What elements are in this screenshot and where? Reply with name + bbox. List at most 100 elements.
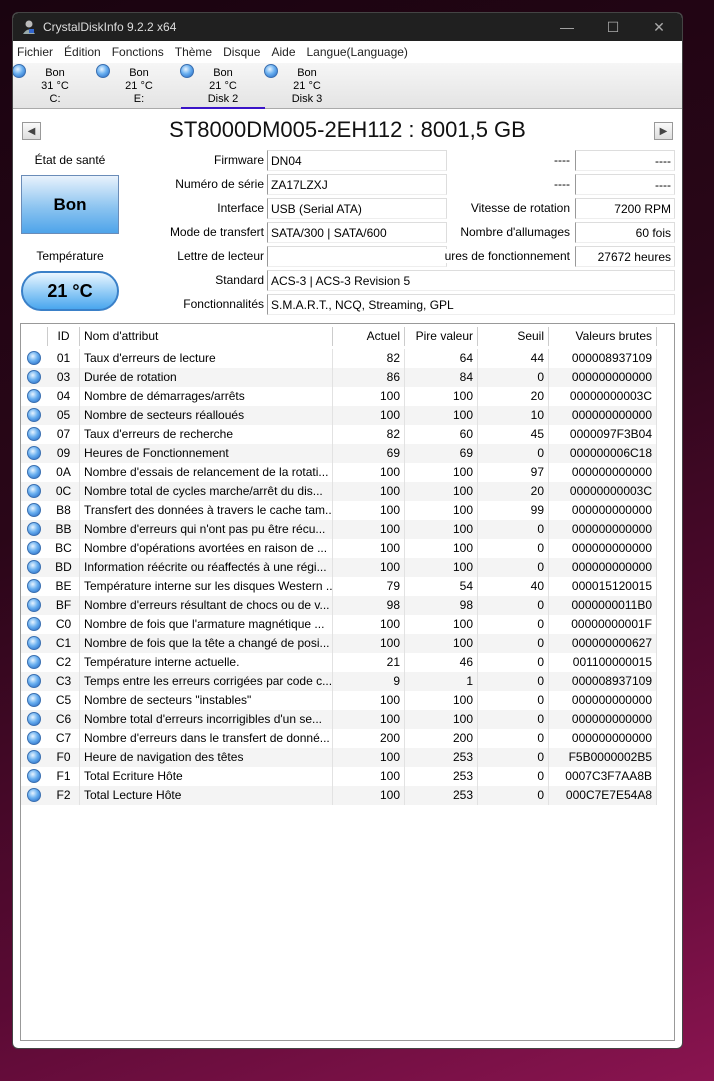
col-name-cell: Transfert des données à travers le cache… bbox=[80, 501, 333, 520]
col-threshold-header[interactable]: Seuil bbox=[478, 327, 549, 346]
col-threshold-cell: 0 bbox=[478, 653, 549, 672]
status-orb-icon bbox=[27, 503, 41, 517]
table-row[interactable]: C2 Température interne actuelle. 21 46 0 0011… bbox=[21, 653, 657, 672]
col-threshold-cell: 0 bbox=[478, 615, 549, 634]
transfer-label: Mode de transfert bbox=[169, 225, 264, 239]
col-worst-header[interactable]: Pire valeur bbox=[405, 327, 478, 346]
col-threshold-cell: 0 bbox=[478, 672, 549, 691]
col-raw-cell: 000000000000 bbox=[549, 368, 657, 387]
col-worst-cell: 100 bbox=[405, 615, 478, 634]
col-name-header[interactable]: Nom d'attribut bbox=[80, 327, 333, 346]
col-current-cell: 86 bbox=[333, 368, 405, 387]
table-row[interactable]: F0 Heure de navigation des têtes 100 253 0 F5… bbox=[21, 748, 657, 767]
col-name-cell: Nombre de secteurs "instables" bbox=[80, 691, 333, 710]
disk-tab-e[interactable]: Bon 21 °C E: bbox=[96, 63, 181, 109]
col-name-cell: Nombre d'erreurs résultant de chocs ou d… bbox=[80, 596, 333, 615]
col-threshold-cell: 0 bbox=[478, 634, 549, 653]
table-row[interactable]: BC Nombre d'opérations avortées en raison… bbox=[21, 539, 657, 558]
table-row[interactable]: 0A Nombre d'essais de relancement de la r… bbox=[21, 463, 657, 482]
col-id-cell: F1 bbox=[48, 767, 80, 786]
health-status-button[interactable]: Bon bbox=[21, 175, 119, 234]
table-row[interactable]: C3 Temps entre les erreurs corrigées par … bbox=[21, 672, 657, 691]
col-id-header[interactable]: ID bbox=[48, 327, 80, 346]
disk-tab-disk2[interactable]: Bon 21 °C Disk 2 bbox=[180, 63, 265, 109]
col-worst-cell: 200 bbox=[405, 729, 478, 748]
table-row[interactable]: 09 Heures de Fonctionnement 69 69 0 000000006… bbox=[21, 444, 657, 463]
disk-temp: 21 °C bbox=[293, 80, 321, 92]
table-row[interactable]: B8 Transfert des données à travers le cac… bbox=[21, 501, 657, 520]
disk-name: Disk 3 bbox=[291, 93, 323, 105]
menu-langue[interactable]: Langue(Language) bbox=[307, 45, 408, 59]
table-row[interactable]: 07 Taux d'erreurs de recherche 82 60 45 00000… bbox=[21, 425, 657, 444]
col-worst-cell: 98 bbox=[405, 596, 478, 615]
table-row[interactable]: BF Nombre d'erreurs résultant de chocs ou… bbox=[21, 596, 657, 615]
status-orb-icon bbox=[27, 769, 41, 783]
minimize-button[interactable]: — bbox=[544, 13, 590, 41]
status-orb-icon bbox=[27, 655, 41, 669]
disk-tab-disk3[interactable]: Bon 21 °C Disk 3 bbox=[264, 63, 349, 109]
status-orb-icon bbox=[27, 427, 41, 441]
firmware-field: DN04 bbox=[267, 150, 447, 171]
col-worst-cell: 253 bbox=[405, 786, 478, 805]
col-current-cell: 82 bbox=[333, 425, 405, 444]
col-id-cell: C1 bbox=[48, 634, 80, 653]
status-orb-icon bbox=[27, 484, 41, 498]
table-row[interactable]: 05 Nombre de secteurs réalloués 100 100 10 00… bbox=[21, 406, 657, 425]
col-id-cell: BD bbox=[48, 558, 80, 577]
table-row[interactable]: C1 Nombre de fois que la tête a changé de… bbox=[21, 634, 657, 653]
temperature-value[interactable]: 21 °C bbox=[21, 271, 119, 311]
col-id-cell: C6 bbox=[48, 710, 80, 729]
col-name-cell: Nombre d'opérations avortées en raison d… bbox=[80, 539, 333, 558]
col-raw-cell: 0000097F3B04 bbox=[549, 425, 657, 444]
serial-field: ZA17LZXJ bbox=[267, 174, 447, 195]
col-id-cell: F2 bbox=[48, 786, 80, 805]
table-row[interactable]: BB Nombre d'erreurs qui n'ont pas pu être… bbox=[21, 520, 657, 539]
table-row[interactable]: 04 Nombre de démarrages/arrêts 100 100 20 000… bbox=[21, 387, 657, 406]
col-id-cell: 04 bbox=[48, 387, 80, 406]
disk-tab-c[interactable]: Bon 31 °C C: bbox=[13, 63, 97, 109]
col-worst-cell: 46 bbox=[405, 653, 478, 672]
close-button[interactable]: ✕ bbox=[636, 13, 682, 41]
table-row[interactable]: 03 Durée de rotation 86 84 0 000000000000 bbox=[21, 368, 657, 387]
menu-disque[interactable]: Disque bbox=[223, 45, 260, 59]
col-name-cell: Taux d'erreurs de lecture bbox=[80, 349, 333, 368]
maximize-button[interactable]: ☐ bbox=[590, 13, 636, 41]
col-worst-cell: 100 bbox=[405, 520, 478, 539]
col-current-cell: 100 bbox=[333, 406, 405, 425]
col-current-cell: 79 bbox=[333, 577, 405, 596]
col-icon-header bbox=[21, 327, 48, 346]
col-name-cell: Nombre de fois que l'armature magnétique… bbox=[80, 615, 333, 634]
col-worst-cell: 100 bbox=[405, 482, 478, 501]
col-raw-cell: 00000000001F bbox=[549, 615, 657, 634]
status-orb-icon bbox=[27, 674, 41, 688]
table-row[interactable]: BE Température interne sur les disques We… bbox=[21, 577, 657, 596]
extra1-field: ---- bbox=[575, 150, 675, 171]
table-row[interactable]: 01 Taux d'erreurs de lecture 82 64 44 0000089… bbox=[21, 349, 657, 368]
status-orb-icon bbox=[264, 64, 278, 78]
table-row[interactable]: BD Information réécrite ou réaffectés à u… bbox=[21, 558, 657, 577]
table-row[interactable]: F2 Total Lecture Hôte 100 253 0 000C7E7E54A8 bbox=[21, 786, 657, 805]
table-row[interactable]: C7 Nombre d'erreurs dans le transfert de … bbox=[21, 729, 657, 748]
table-row[interactable]: F1 Total Ecriture Hôte 100 253 0 0007C3F7AA8B bbox=[21, 767, 657, 786]
menu-fichier[interactable]: Fichier bbox=[17, 45, 53, 59]
menu-theme[interactable]: Thème bbox=[175, 45, 212, 59]
next-disk-button[interactable]: ▶ bbox=[654, 122, 673, 140]
col-id-cell: BF bbox=[48, 596, 80, 615]
table-row[interactable]: C5 Nombre de secteurs "instables" 100 100 0 0… bbox=[21, 691, 657, 710]
menu-aide[interactable]: Aide bbox=[271, 45, 295, 59]
smart-table[interactable]: ID Nom d'attribut Actuel Pire valeur Seu… bbox=[20, 323, 675, 1041]
col-threshold-cell: 10 bbox=[478, 406, 549, 425]
col-current-header[interactable]: Actuel bbox=[333, 327, 405, 346]
features-label: Fonctionnalités bbox=[183, 297, 264, 311]
menu-edition[interactable]: Édition bbox=[64, 45, 101, 59]
table-row[interactable]: 0C Nombre total de cycles marche/arrêt du… bbox=[21, 482, 657, 501]
menu-fonctions[interactable]: Fonctions bbox=[112, 45, 164, 59]
drive-letter-field bbox=[267, 246, 447, 267]
col-id-cell: 0C bbox=[48, 482, 80, 501]
table-row[interactable]: C0 Nombre de fois que l'armature magnétiq… bbox=[21, 615, 657, 634]
table-row[interactable]: C6 Nombre total d'erreurs incorrigibles d… bbox=[21, 710, 657, 729]
col-name-cell: Nombre total de cycles marche/arrêt du d… bbox=[80, 482, 333, 501]
col-raw-header[interactable]: Valeurs brutes bbox=[549, 327, 657, 346]
status-orb-icon bbox=[27, 788, 41, 802]
col-name-cell: Nombre de fois que la tête a changé de p… bbox=[80, 634, 333, 653]
